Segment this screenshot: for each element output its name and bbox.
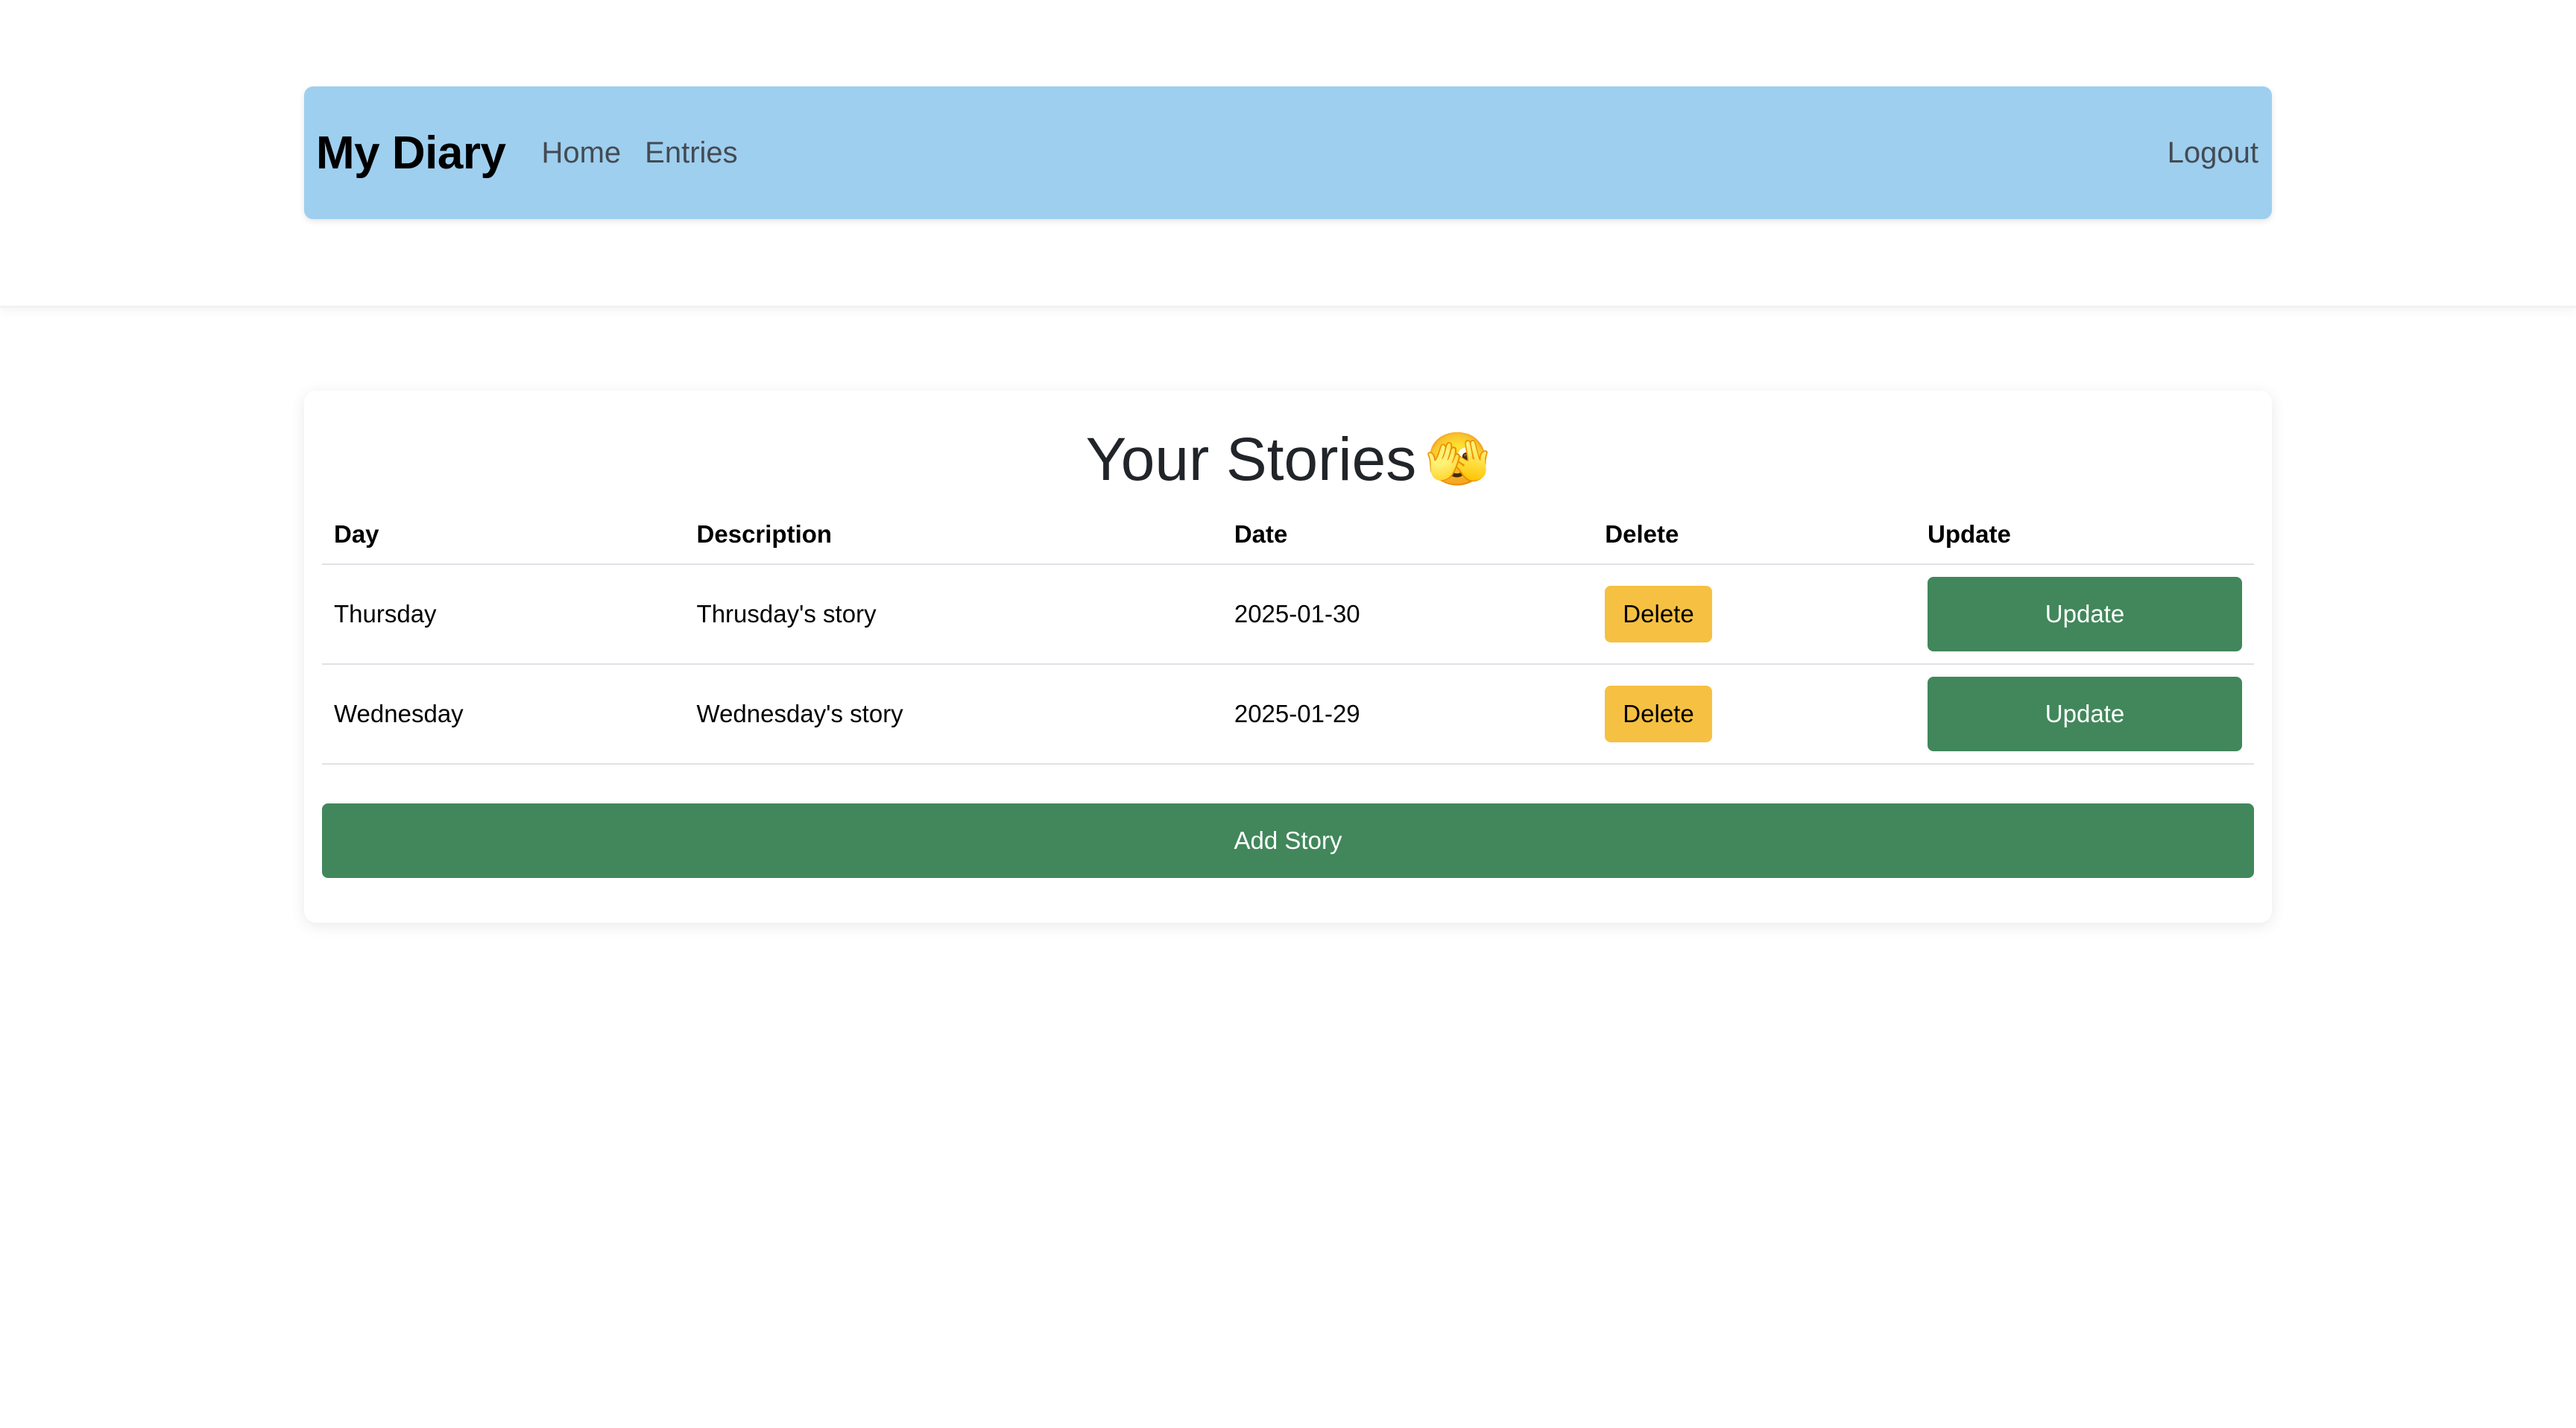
page: My Diary Home Entries Logout Your Storie… (0, 0, 2576, 1428)
cell-day: Wednesday (322, 664, 685, 765)
cell-day: Thursday (322, 564, 685, 665)
cell-description: Wednesday's story (684, 664, 1222, 765)
nav-link-entries[interactable]: Entries (645, 136, 738, 170)
column-header-day: Day (322, 505, 685, 565)
cell-update: Update (1916, 664, 2254, 765)
header: My Diary Home Entries Logout (0, 0, 2576, 308)
stories-table: Day Description Date Delete Update Thurs… (322, 505, 2254, 765)
table-row: Thursday Thrusday's story 2025-01-30 Del… (322, 564, 2254, 665)
delete-button[interactable]: Delete (1605, 686, 1712, 742)
table-header-row: Day Description Date Delete Update (322, 505, 2254, 565)
stories-card: Your Stories 🫣 Day Description Date Delet… (304, 391, 2272, 923)
page-title-text: Your Stories (1085, 426, 1417, 493)
cell-delete: Delete (1593, 564, 1916, 665)
cell-update: Update (1916, 564, 2254, 665)
table-row: Wednesday Wednesday's story 2025-01-29 D… (322, 664, 2254, 765)
update-button[interactable]: Update (1928, 577, 2242, 651)
column-header-delete: Delete (1593, 505, 1916, 565)
nav-link-home[interactable]: Home (541, 136, 621, 170)
page-title: Your Stories 🫣 (322, 422, 2254, 496)
column-header-update: Update (1916, 505, 2254, 565)
face-peeking-emoji-icon: 🫣 (1425, 430, 1491, 488)
logout-link[interactable]: Logout (2168, 136, 2258, 170)
column-header-date: Date (1222, 505, 1594, 565)
navbar: My Diary Home Entries Logout (304, 86, 2272, 219)
column-header-description: Description (684, 505, 1222, 565)
brand-logo[interactable]: My Diary (316, 127, 506, 180)
cell-date: 2025-01-30 (1222, 564, 1594, 665)
cell-date: 2025-01-29 (1222, 664, 1594, 765)
cell-description: Thrusday's story (684, 564, 1222, 665)
add-story-button[interactable]: Add Story (322, 803, 2254, 878)
update-button[interactable]: Update (1928, 677, 2242, 751)
cell-delete: Delete (1593, 664, 1916, 765)
delete-button[interactable]: Delete (1605, 586, 1712, 642)
